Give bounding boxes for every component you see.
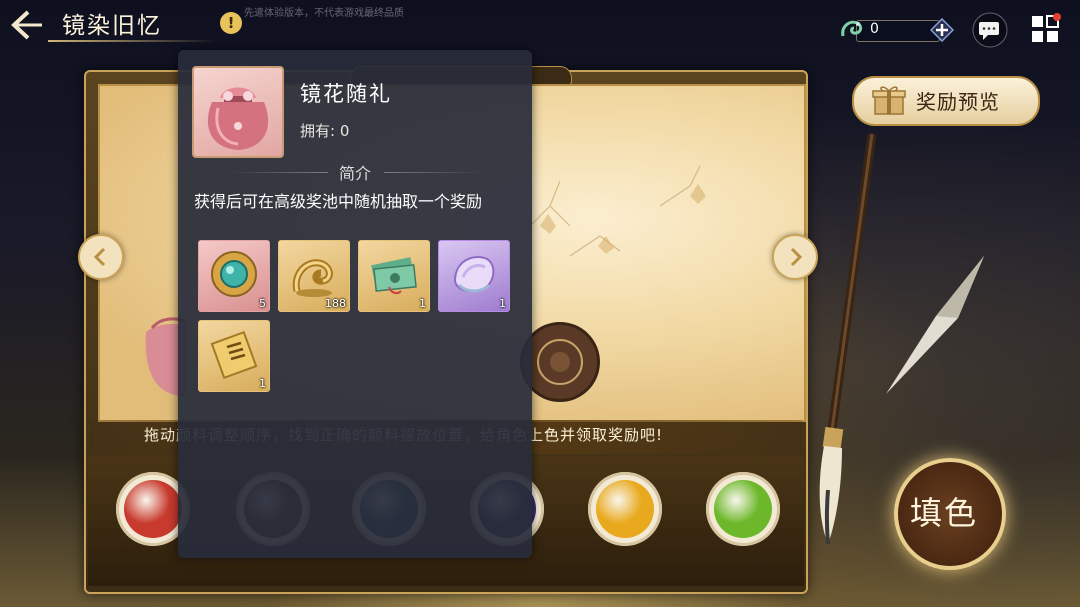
item-name: 镜花随礼	[300, 82, 392, 106]
reward-item-banknotes[interactable]: 1	[358, 240, 430, 312]
item-icon-frame	[192, 66, 284, 158]
back-button[interactable]	[4, 8, 44, 42]
grid-menu-icon	[1032, 13, 1061, 42]
reward-count: 1	[499, 297, 506, 310]
title-underline	[48, 40, 218, 42]
reward-count: 1	[259, 377, 266, 390]
gift-icon	[872, 86, 906, 115]
paint-drop	[124, 480, 182, 538]
chevron-right-icon	[790, 247, 803, 267]
reward-item-gold-dragon[interactable]: 188	[278, 240, 350, 312]
chat-bubble-icon	[972, 12, 1008, 48]
page-title: 镜染旧忆	[62, 13, 162, 39]
lucky-bag-icon	[207, 87, 269, 150]
chevron-left-icon	[93, 247, 106, 267]
fill-color-label: 填色	[910, 494, 979, 532]
currency-display: 0	[838, 16, 954, 44]
crystal-decoration	[866, 256, 986, 396]
jade-ornament-icon	[211, 251, 257, 297]
paint-swatch-5[interactable]	[588, 472, 662, 546]
golden-scroll-icon	[210, 330, 258, 380]
paint-swatch-6[interactable]	[706, 472, 780, 546]
top-bar: 镜染旧忆 ! 先遣体验版本，不代表游戏最终品质 0	[0, 0, 1080, 48]
crystal-shell-icon	[453, 256, 495, 293]
crystal-shard-icon	[886, 256, 984, 394]
reward-count: 5	[259, 297, 266, 310]
currency-bar	[856, 20, 940, 42]
reward-preview-label: 奖励预览	[916, 90, 1000, 114]
fill-color-button[interactable]: 填色	[894, 458, 1006, 570]
section-divider-right	[384, 172, 484, 173]
reward-count: 1	[419, 297, 426, 310]
banknotes-icon	[371, 257, 417, 295]
reward-count: 188	[325, 297, 346, 310]
bagua-icon	[537, 339, 583, 385]
reward-item-crystal-shell[interactable]: 1	[438, 240, 510, 312]
paint-drop	[714, 480, 772, 538]
reward-preview-button[interactable]: 奖励预览	[852, 76, 1040, 126]
owned-count: 拥有: 0	[300, 122, 350, 140]
gold-dragon-icon	[292, 259, 333, 297]
chat-button[interactable]	[970, 12, 1010, 48]
item-description: 获得后可在高级奖池中随机抽取一个奖励	[194, 192, 483, 211]
prev-arrow-button[interactable]	[78, 234, 124, 280]
info-icon[interactable]: !	[220, 12, 242, 34]
back-arrow-icon	[11, 10, 42, 40]
bagua-emblem	[520, 322, 600, 402]
jade-dragon-icon	[841, 20, 863, 37]
paint-drop	[596, 480, 654, 538]
reward-item-jade-ornament[interactable]: 5	[198, 240, 270, 312]
menu-button[interactable]	[1028, 12, 1062, 46]
beta-disclaimer: 先遣体验版本，不代表游戏最终品质	[244, 8, 404, 19]
currency-value: 0	[870, 21, 879, 37]
add-currency-icon[interactable]	[930, 18, 954, 42]
reward-item-golden-scroll[interactable]: 1	[198, 320, 270, 392]
item-detail-popup: 镜花随礼 拥有: 0 简介 获得后可在高级奖池中随机抽取一个奖励 5 188 1	[178, 50, 532, 558]
